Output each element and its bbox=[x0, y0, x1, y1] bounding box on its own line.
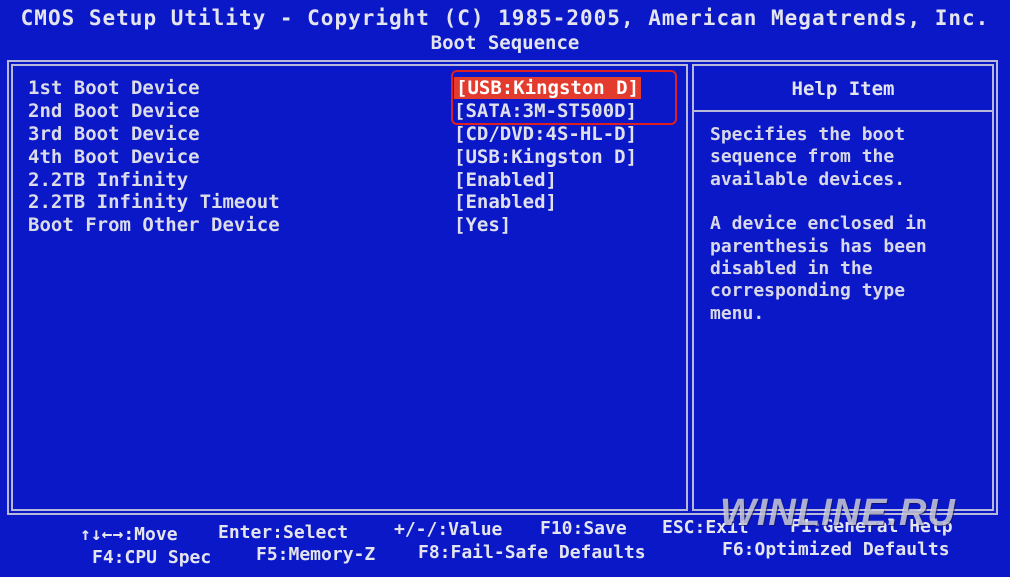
help-line: parenthesis has been bbox=[710, 235, 927, 257]
help-line: available devices. bbox=[710, 168, 906, 190]
setting-row-3rd-boot-device[interactable]: 3rd Boot Device [CD/DVD:4S-HL-D] bbox=[28, 123, 668, 145]
setting-value[interactable]: [Enabled] bbox=[454, 191, 557, 213]
setting-label: 4th Boot Device bbox=[28, 146, 200, 168]
help-paragraph: Specifies the boot sequence from the ava… bbox=[710, 124, 980, 191]
bios-title: CMOS Setup Utility - Copyright (C) 1985-… bbox=[20, 6, 990, 30]
page-title: Boot Sequence bbox=[430, 32, 580, 54]
setting-value[interactable]: [CD/DVD:4S-HL-D] bbox=[454, 123, 637, 145]
help-line: sequence from the bbox=[710, 146, 895, 168]
key-hint-fail-safe: F8:Fail-Safe Defaults bbox=[418, 542, 646, 563]
watermark-logo: WINLINE.RU bbox=[720, 492, 956, 534]
help-divider bbox=[694, 110, 992, 112]
setting-value[interactable]: [Yes] bbox=[454, 214, 511, 236]
setting-label: 1st Boot Device bbox=[28, 77, 200, 99]
key-hint-optimized: F6:Optimized Defaults bbox=[722, 539, 950, 560]
help-line: Specifies the boot bbox=[710, 124, 906, 145]
setting-label: 2nd Boot Device bbox=[28, 100, 200, 122]
help-text: Specifies the boot sequence from the ava… bbox=[710, 124, 980, 347]
setting-value[interactable]: [Enabled] bbox=[454, 169, 557, 191]
setting-row-infinity-timeout[interactable]: 2.2TB Infinity Timeout [Enabled] bbox=[28, 191, 668, 213]
setting-label: 2.2TB Infinity bbox=[28, 169, 189, 191]
setting-row-boot-other-device[interactable]: Boot From Other Device [Yes] bbox=[28, 214, 668, 236]
setting-row-infinity[interactable]: 2.2TB Infinity [Enabled] bbox=[28, 169, 668, 191]
key-hint-value: +/-/:Value bbox=[394, 519, 503, 540]
help-title: Help Item bbox=[791, 78, 895, 100]
setting-value[interactable]: [USB:Kingston D] bbox=[454, 146, 637, 168]
key-hint-move: ↑↓←→:Move bbox=[80, 524, 178, 545]
key-hint-save: F10:Save bbox=[540, 518, 627, 539]
help-line: corresponding type bbox=[710, 280, 906, 302]
key-hint-memory: F5:Memory-Z bbox=[256, 544, 376, 565]
help-paragraph: A device enclosed in parenthesis has bee… bbox=[710, 213, 980, 325]
key-hint-select: Enter:Select bbox=[218, 522, 349, 543]
help-line: A device enclosed in bbox=[710, 213, 927, 235]
setting-row-4th-boot-device[interactable]: 4th Boot Device [USB:Kingston D] bbox=[28, 146, 668, 168]
help-line: disabled in the bbox=[710, 258, 873, 280]
help-line: menu. bbox=[710, 302, 765, 324]
setting-label: Boot From Other Device bbox=[28, 214, 280, 236]
setting-label: 2.2TB Infinity Timeout bbox=[28, 191, 280, 213]
key-hint-cpu-spec: F4:CPU Spec bbox=[92, 547, 212, 568]
setting-label: 3rd Boot Device bbox=[28, 123, 200, 145]
help-pane: Help Item Specifies the boot sequence fr… bbox=[692, 64, 994, 511]
annotation-highlight-box bbox=[451, 70, 677, 125]
